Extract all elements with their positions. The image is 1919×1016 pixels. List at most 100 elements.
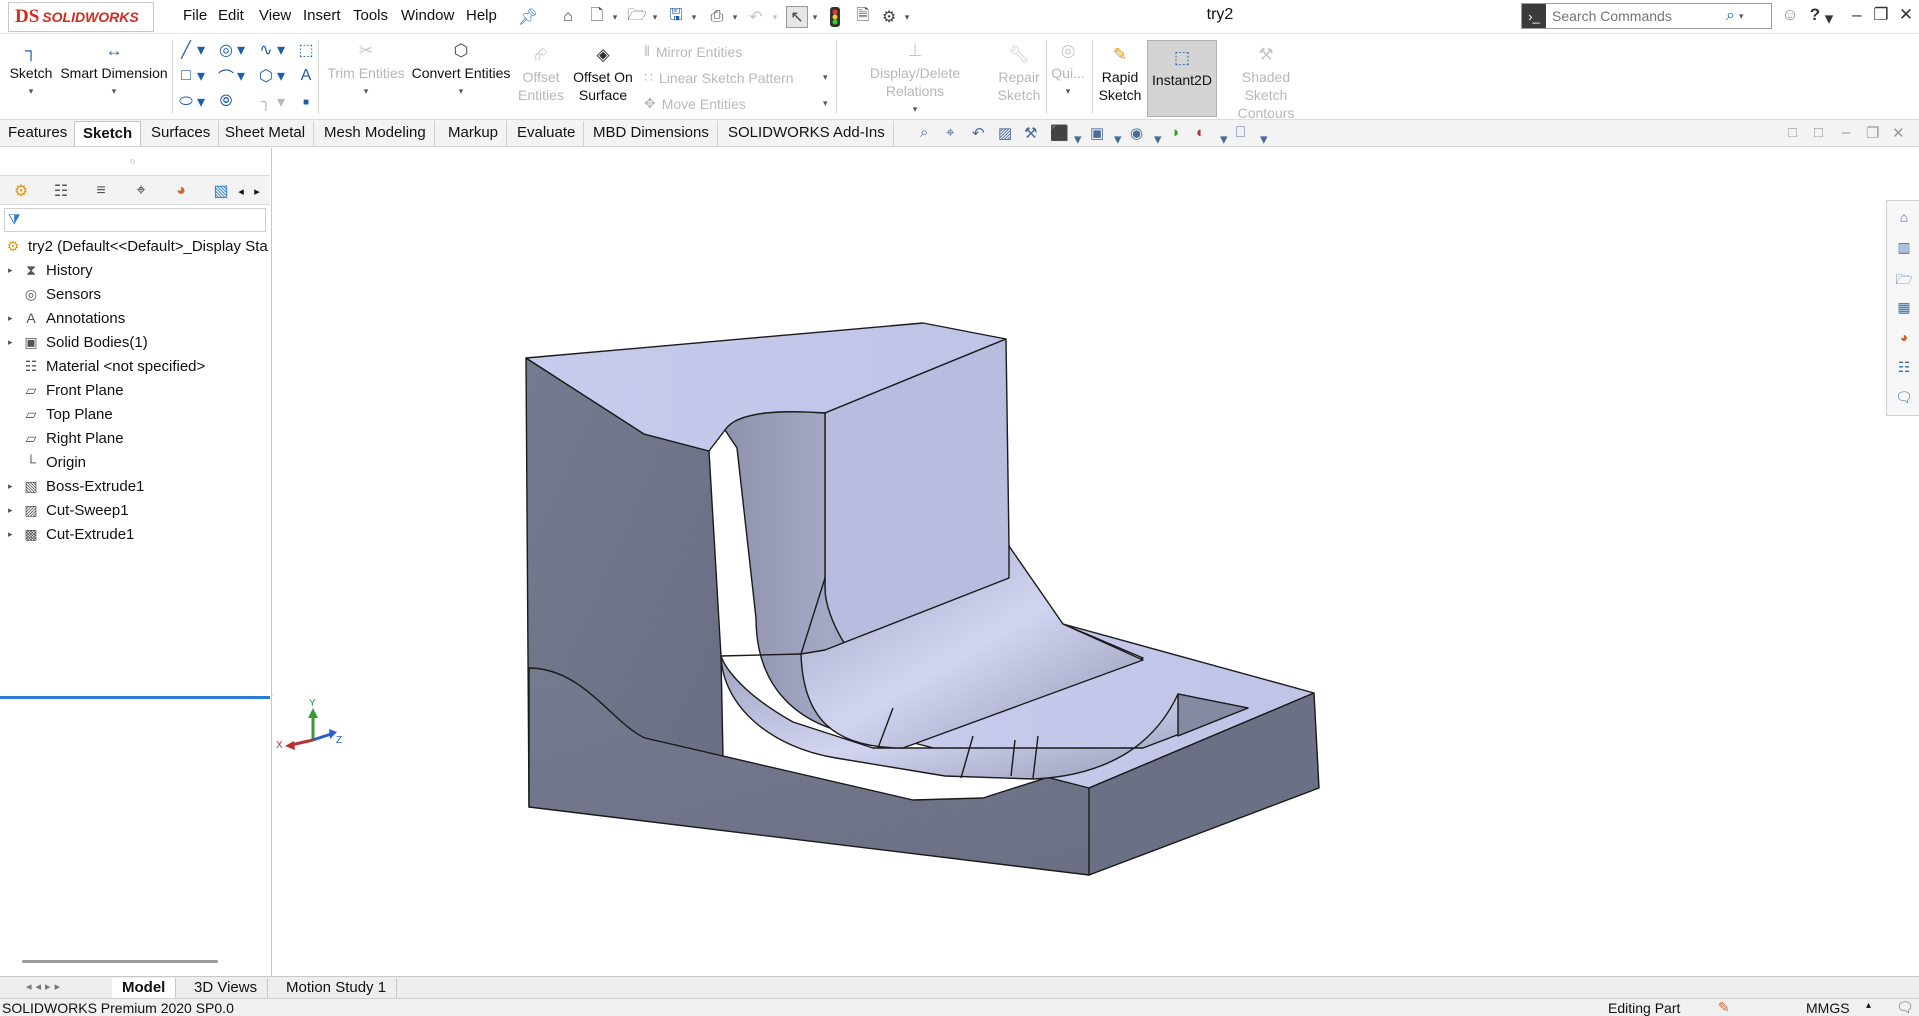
circle-tool-icon[interactable]: ◎ [216, 40, 236, 60]
arc-tool-icon[interactable]: ⌒ [216, 66, 236, 87]
tree-horizontal-scrollbar[interactable] [22, 960, 218, 963]
fillet-tool-icon[interactable]: ╮ [256, 92, 276, 112]
custom-properties-icon[interactable]: ☷ [1895, 359, 1913, 377]
tab-scroll-arrows-icon[interactable]: ◂◂▸▸ [26, 980, 64, 993]
forum-icon[interactable]: 🗨︎ [1895, 389, 1913, 407]
tab-sheet-metal[interactable]: Sheet Metal [217, 121, 315, 146]
spline-tool-icon[interactable]: ∿ [256, 40, 276, 60]
tab-model[interactable]: Model [112, 978, 177, 998]
convert-entities-button[interactable]: ⬡ Convert Entities ▾ [410, 42, 512, 100]
sketch-dropdown-icon[interactable]: ▾ [29, 82, 34, 100]
undo-icon[interactable]: ↶ [746, 6, 766, 28]
construction-geometry-icon[interactable]: ⬚ [296, 40, 316, 60]
help-dropdown-icon[interactable]: ▾ [1823, 9, 1835, 29]
tabs-scroll-right-icon[interactable]: ▸ [250, 179, 264, 203]
hide-show-dropdown-icon[interactable]: ▾ [1154, 130, 1162, 148]
view-orientation-dropdown-icon[interactable]: ▾ [1074, 130, 1082, 148]
apply-scene-icon[interactable]: ◐ [1196, 124, 1205, 141]
tree-item[interactable]: ☷ Material <not specified> [0, 354, 272, 378]
cam-manager-tab-icon[interactable]: ▧ [208, 179, 234, 203]
spline-dropdown-icon[interactable]: ▾ [276, 40, 286, 60]
polygon-tool-icon[interactable]: ⬡ [256, 66, 276, 86]
expand-arrow-icon[interactable]: ▸ [8, 481, 20, 492]
tab-features[interactable]: Features [0, 121, 77, 146]
open-dropdown-icon[interactable]: ▾ [650, 6, 660, 28]
display-delete-relations-button[interactable]: ⊥ Display/Delete Relations ▾ [840, 42, 990, 118]
options-dropdown-icon[interactable]: ▾ [902, 6, 912, 28]
expand-arrow-icon[interactable]: ▸ [8, 313, 20, 324]
dimxpert-manager-tab-icon[interactable]: ⌖ [128, 179, 154, 203]
save-icon[interactable]: 🖫 [665, 6, 687, 28]
tabs-scroll-left-icon[interactable]: ◂ [234, 179, 248, 203]
doc-close-icon[interactable]: ✕ [1892, 124, 1905, 142]
menu-window[interactable]: Window [401, 7, 454, 24]
pin-icon[interactable]: 📌︎ [518, 6, 538, 28]
text-tool-icon[interactable]: A [296, 66, 316, 86]
doc-minimize-icon[interactable]: – [1842, 124, 1850, 141]
appearances-scenes-icon[interactable]: ◕ [1895, 329, 1913, 347]
shaded-sketch-contours-button[interactable]: ⚒ Shaded Sketch Contours [1220, 46, 1312, 122]
rapid-sketch-button[interactable]: ✎ Rapid Sketch [1096, 46, 1144, 104]
tree-item[interactable]: ▱ Right Plane [0, 426, 272, 450]
select-arrow-icon[interactable]: ↖ [786, 6, 808, 28]
units-menu-caret-icon[interactable]: ▴ [1866, 1000, 1871, 1011]
new-document-icon[interactable]: 🗋 [586, 6, 608, 28]
trim-entities-button[interactable]: ✂ Trim Entities ▾ [326, 42, 406, 100]
quick-tips-icon[interactable]: 🗨︎ [1896, 999, 1914, 1016]
trim-dropdown-icon[interactable]: ▾ [364, 82, 369, 100]
tree-item[interactable]: ▸ ⧗ History [0, 258, 272, 282]
options-gear-icon[interactable]: ⚙ [878, 6, 900, 28]
edit-appearance-icon[interactable]: ◑ [1170, 124, 1179, 141]
rebuild-status-icon[interactable]: ✎ [1718, 999, 1730, 1016]
display-style-icon[interactable]: ▣ [1090, 124, 1104, 142]
display-style-dropdown-icon[interactable]: ▾ [1114, 130, 1122, 148]
expand-arrow-icon[interactable]: ▸ [8, 529, 20, 540]
file-explorer-icon[interactable]: 🗁 [1895, 269, 1913, 287]
tab-surfaces[interactable]: Surfaces [143, 121, 220, 146]
solidworks-logo[interactable]: DS SOLIDWORKS [8, 2, 154, 32]
mirror-entities-button[interactable]: ⫴ Mirror Entities [644, 43, 742, 60]
viewport-tile-right-icon[interactable]: □ [1814, 124, 1823, 141]
dynamic-annotation-icon[interactable]: ⚒ [1024, 124, 1037, 142]
view-orientation-icon[interactable]: ⬛ [1050, 124, 1069, 142]
slot-tool-icon[interactable]: ⬭ [176, 92, 196, 112]
relations-dropdown-icon[interactable]: ▾ [913, 100, 918, 118]
view-settings-dropdown-icon[interactable]: ▾ [1260, 130, 1268, 148]
property-manager-tab-icon[interactable]: ☷ [48, 179, 74, 203]
instant2d-button[interactable]: ⬚ Instant2D [1147, 40, 1217, 117]
home-icon[interactable]: ⌂ [556, 6, 580, 28]
slot-dropdown-icon[interactable]: ▾ [196, 92, 206, 112]
expand-arrow-icon[interactable]: ▸ [8, 265, 20, 276]
scene-dropdown-icon[interactable]: ▾ [1220, 130, 1228, 148]
tab-markup[interactable]: Markup [440, 121, 508, 146]
expand-arrow-icon[interactable]: ▸ [8, 337, 20, 348]
rectangle-tool-icon[interactable]: □ [176, 66, 196, 86]
doc-restore-icon[interactable]: ❐ [1866, 124, 1879, 142]
offset-entities-button[interactable]: ⮳ Offset Entities [516, 46, 566, 104]
status-units[interactable]: MMGS [1806, 1000, 1850, 1016]
rebuild-traffic-light-icon[interactable] [828, 6, 842, 28]
graphics-area[interactable]: Y X Z [273, 148, 1919, 976]
point-tool-icon[interactable]: ⦾ [216, 92, 236, 112]
previous-view-icon[interactable]: ↶ [972, 124, 985, 142]
tab-evaluate[interactable]: Evaluate [509, 121, 585, 146]
arc-dropdown-icon[interactable]: ▾ [236, 66, 246, 86]
expand-arrow-icon[interactable]: ▸ [8, 505, 20, 516]
filter-funnel-icon[interactable]: ⧩ [8, 211, 21, 228]
quick-snaps-dropdown-icon[interactable]: ▾ [1066, 82, 1071, 100]
tab-mesh-modeling[interactable]: Mesh Modeling [316, 121, 435, 146]
menu-tools[interactable]: Tools [353, 7, 388, 24]
menu-file[interactable]: File [183, 7, 207, 24]
view-palette-icon[interactable]: ▦ [1895, 299, 1913, 317]
convert-dropdown-icon[interactable]: ▾ [459, 82, 464, 100]
user-account-icon[interactable]: ☺ [1779, 5, 1801, 25]
tree-item[interactable]: ▸ ▧ Boss-Extrude1 [0, 474, 272, 498]
tree-item[interactable]: ▸ ▨ Cut-Sweep1 [0, 498, 272, 522]
search-icon[interactable]: ⌕ [1726, 7, 1735, 25]
linear-sketch-pattern-button[interactable]: ∷ Linear Sketch Pattern [644, 69, 794, 86]
search-commands-box[interactable]: ›_ ⌕ ▾ [1521, 3, 1772, 29]
circle-dropdown-icon[interactable]: ▾ [236, 40, 246, 60]
save-dropdown-icon[interactable]: ▾ [689, 6, 699, 28]
menu-edit[interactable]: Edit [218, 7, 244, 24]
tree-root-part[interactable]: ⚙ try2 (Default<<Default>_Display Sta [0, 234, 272, 258]
